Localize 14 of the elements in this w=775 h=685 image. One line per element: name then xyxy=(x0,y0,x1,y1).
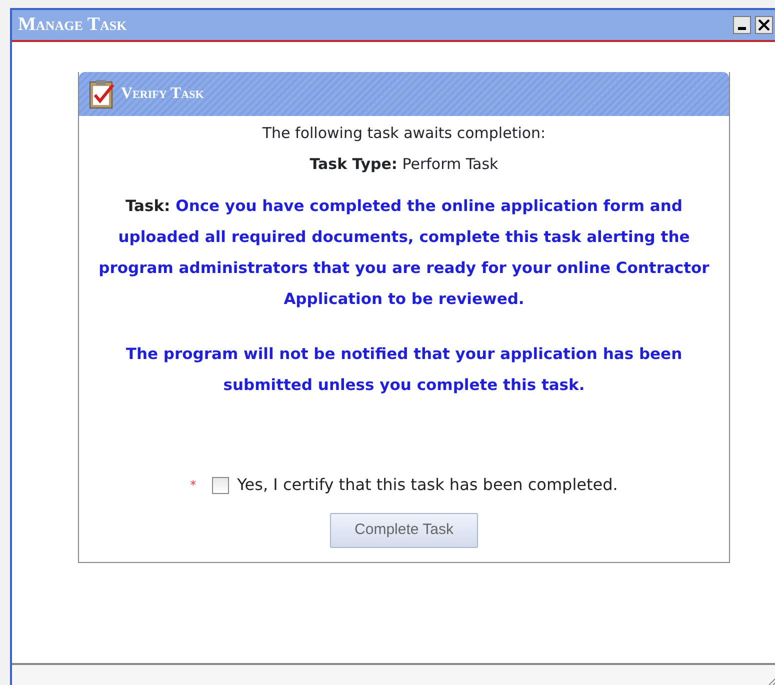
task-description: Task: Once you have completed the online application form and uploaded all required documents, complete this task alerting the program administrators that you are ready for your online Contractor Application to be reviewed. xyxy=(98,196,710,310)
clipboard-check-icon xyxy=(89,79,115,109)
close-icon xyxy=(758,19,770,31)
required-mark: * xyxy=(190,477,196,494)
task-type-text: Task Type: Perform Task xyxy=(308,154,500,174)
certify-label[interactable]: Yes, I certify that this task has been completed. xyxy=(237,473,618,497)
notice-text: The program will not be notified that your application has been submitted unless you complete this task. xyxy=(124,344,684,396)
window-title: Manage Task xyxy=(18,12,127,37)
minimize-icon xyxy=(738,25,746,30)
intro-text: The following task awaits completion: xyxy=(261,123,547,144)
certify-checkbox[interactable] xyxy=(212,476,230,494)
minimize-button[interactable] xyxy=(733,16,751,34)
panel-title: Verify Task xyxy=(121,84,204,104)
close-button[interactable] xyxy=(755,16,773,34)
